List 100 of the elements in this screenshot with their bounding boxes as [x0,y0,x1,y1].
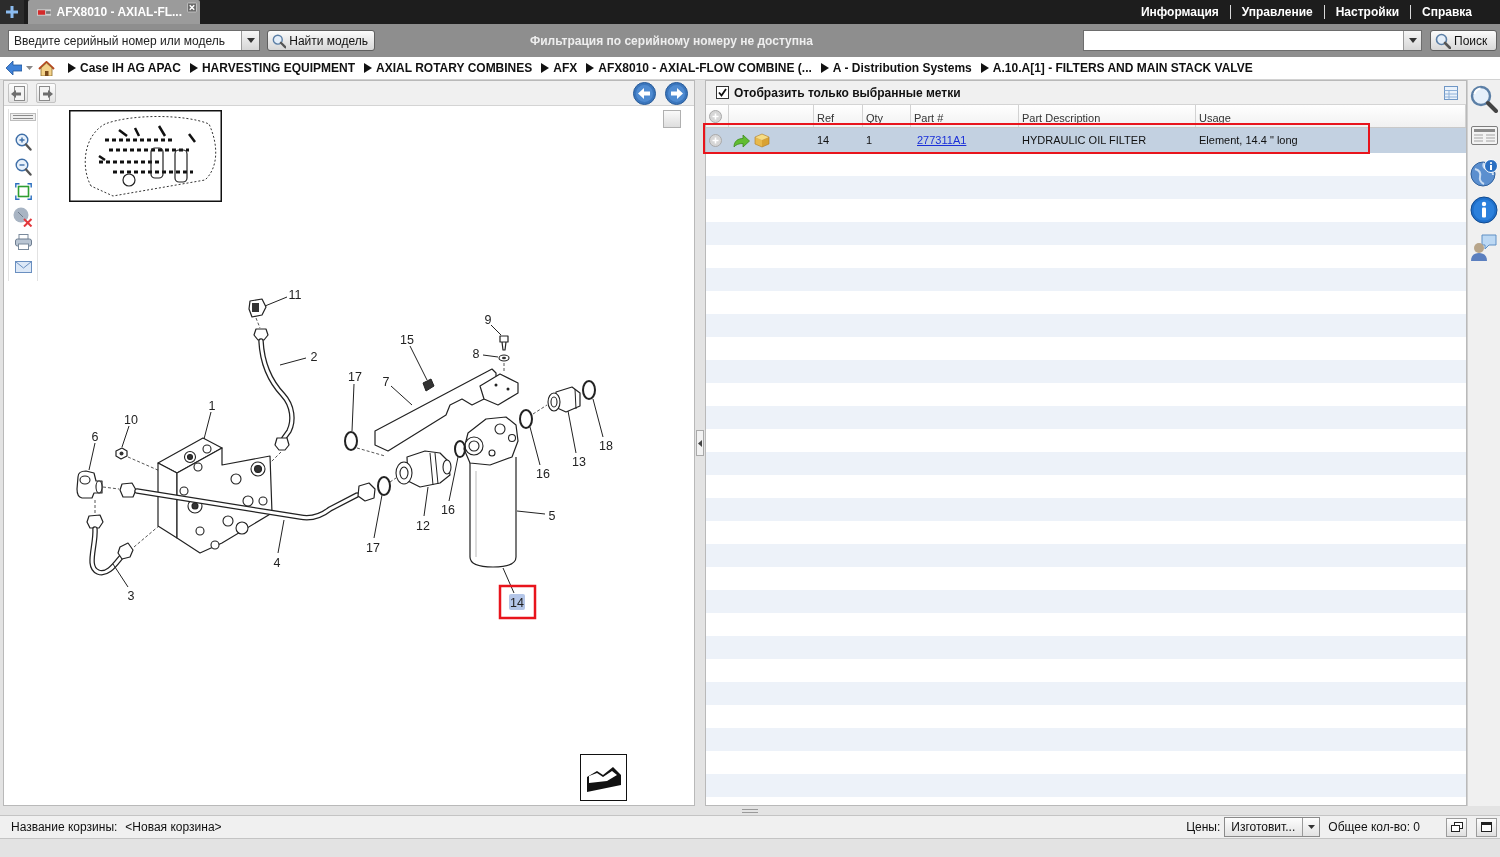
callout-number[interactable]: 6 [91,429,99,444]
callout-number[interactable]: 16 [536,466,550,481]
triangle-icon [364,63,373,73]
checkbox[interactable] [716,86,729,99]
center-line [133,524,161,548]
breadcrumb-link[interactable]: AFX [541,59,578,77]
callout-number[interactable]: 5 [548,508,556,523]
callout-number[interactable]: 4 [273,555,281,570]
leader-line [482,354,499,358]
checkbox-label: Отобразить только выбранные метки [734,84,961,102]
callout-number[interactable]: 14 [509,594,525,610]
center-line [356,447,386,457]
breadcrumb-link[interactable]: HARVESTING EQUIPMENT [189,59,356,77]
table-cell-text: 14 [816,133,831,149]
callout-number[interactable]: 13 [572,454,586,469]
callout-number[interactable]: 7 [382,374,390,389]
envelope-icon [14,260,32,273]
callout-number[interactable]: 3 [127,588,135,603]
columns-button[interactable] [1442,83,1460,102]
globe-icon [1470,158,1498,187]
leader-line [277,519,285,554]
part-number-link[interactable]: 277311A1 [917,132,967,149]
table-cell-text: HYDRAULIC OIL FILTER [1021,133,1148,149]
adapter-fitting [547,386,581,413]
menu-link[interactable]: Управление [1229,5,1324,19]
menu-link[interactable]: Справка [1410,5,1483,19]
caret-down-icon[interactable] [26,66,33,70]
callout-number[interactable]: 2 [310,349,318,364]
leader-line [88,442,96,471]
search-field[interactable] [1083,30,1422,51]
triangle-icon [980,63,989,73]
breadcrumb-link[interactable]: AXIAL ROTARY COMBINES [364,59,533,77]
table-row[interactable]: 14 1 277311A1 HYDRAULIC OIL FILTER Element, 14.4 " long [706,128,1466,153]
callout-number[interactable]: 12 [416,518,430,533]
windows-icon [1450,822,1463,832]
collapse-button[interactable] [696,430,704,456]
callout-number[interactable]: 17 [366,540,380,555]
close-icon[interactable] [187,2,197,13]
new-tab-button[interactable] [0,0,24,24]
tab-icon [37,8,52,16]
page-right-button[interactable] [36,83,56,103]
home-icon[interactable] [38,60,55,76]
callout-number[interactable]: 15 [400,332,414,347]
back-arrow-icon[interactable] [6,61,22,75]
triangle-icon [820,63,829,73]
model-search-field[interactable]: Введите серийный номер или модель [8,30,260,51]
total-quantity: Общее кол-во: 0 [1328,819,1420,836]
callout-number[interactable]: 8 [472,346,480,361]
leader-line [567,410,577,454]
restore-window-button[interactable] [1446,817,1467,837]
callout-number[interactable]: 17 [348,369,362,384]
search-button[interactable]: Поиск [1430,30,1497,51]
breadcrumb-link[interactable]: A.10.A[1] - FILTERS AND MAIN STACK VALVE [980,59,1253,77]
center-line [503,362,505,374]
o-ring [582,380,596,400]
next-button[interactable] [664,81,688,105]
info-icon [1470,195,1498,224]
dropdown-button[interactable] [241,31,259,50]
previous-button[interactable] [632,81,656,105]
grip-icon[interactable] [10,113,36,121]
prices-label: Цены: [1186,819,1221,836]
corner-button[interactable] [580,754,627,801]
leader-line [279,357,307,366]
maximize-button[interactable] [1476,817,1497,837]
callout-number[interactable]: 10 [124,412,138,427]
leader-line [502,567,515,594]
callout-number[interactable]: 9 [484,312,492,327]
leader-line [592,398,604,438]
breadcrumb-link[interactable]: A - Distribution Systems [820,59,972,77]
elbow-fitting [76,470,103,499]
menu-link[interactable]: Настройки [1323,5,1410,19]
caret-down-icon [1307,825,1315,829]
breadcrumb-link[interactable]: AFX8010 - AXIAL-FLOW COMBINE (... [586,59,812,77]
center-line [255,317,261,329]
callout-number[interactable]: 18 [599,438,613,453]
filter-head [463,416,519,466]
search-icon [272,32,287,49]
center-line [102,486,120,490]
center-line [532,404,548,415]
page-left-button[interactable] [8,83,28,103]
find-model-button[interactable]: Найти модель [267,30,375,51]
callout-number[interactable]: 1 [208,398,216,413]
menu-link[interactable]: Информация [1129,5,1230,19]
center-line [94,499,96,515]
leader-line [112,563,129,588]
callout-number[interactable]: 11 [288,287,302,302]
search-icon [1435,32,1451,49]
checkmark-icon [718,88,727,97]
breadcrumb-link[interactable]: Case IH AG APAC [68,59,181,77]
column-header: Part # [911,105,1019,127]
leader-line [490,324,502,336]
panel-toggle-button[interactable] [663,110,681,128]
triangle-icon [189,63,198,73]
grip-icon[interactable] [742,808,758,813]
callout-number[interactable]: 16 [441,502,455,517]
overview-map-drawing[interactable] [69,110,222,202]
printer-icon [14,233,32,250]
dropdown-button[interactable] [1403,31,1421,50]
o-ring [344,431,358,451]
prices-select[interactable]: Изготовит... [1224,817,1321,837]
